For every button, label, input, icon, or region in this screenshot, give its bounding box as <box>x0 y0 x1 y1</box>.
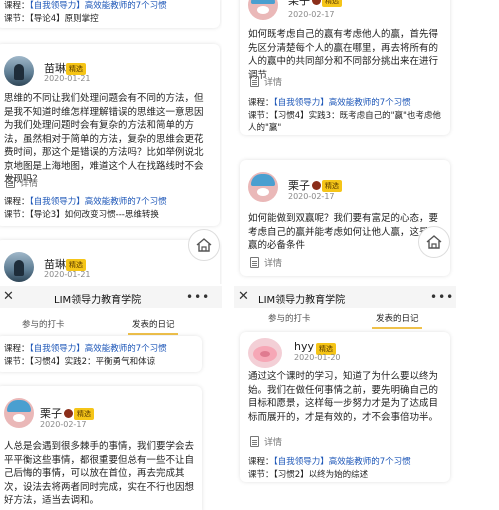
lesson-line: 课节：【导论3】如何改变习惯---思维转换 <box>4 210 159 220</box>
course-line[interactable]: 课程：【自我领导力】高效能教师的7个习惯 <box>4 343 200 355</box>
prev-post-card-footer[interactable]: 课程：【自我领导力】高效能教师的7个习惯 课节：【习惯4】实践2：平衡勇气和体谅 <box>0 336 202 372</box>
post-date: 2020-01-20 <box>294 353 341 362</box>
app-title: LIM领导力教育学院 <box>54 295 142 306</box>
avatar[interactable] <box>248 172 278 202</box>
detail-label: 详情 <box>264 438 283 448</box>
lesson-line: 课节：【习惯4】实践3：既考虑自己的"赢"也考虑他人的"赢" <box>248 111 441 133</box>
tab-diary[interactable]: 发表的日记 <box>376 312 419 324</box>
lesson-line: 课节：【导论4】原则掌控 <box>4 14 99 24</box>
tab-checkins[interactable]: 参与的打卡 <box>268 312 311 324</box>
more-icon[interactable]: ••• <box>430 290 454 304</box>
course-line[interactable]: 课程：【自我领导力】高效能教师的7个习惯 <box>248 97 444 109</box>
app-header: ✕ LIM领导力教育学院 ••• <box>234 286 456 308</box>
detail-link[interactable]: 详情 <box>250 435 282 448</box>
lesson-line: 课节：【习惯4】实践2：平衡勇气和体谅 <box>4 357 156 367</box>
prev-post-card-footer[interactable]: 课程：【自我领导力】高效能教师的7个习惯 课节：【导论4】原则掌控 <box>0 0 220 28</box>
post-text: 如何既考虑自己的赢有考虑他人的赢，首先得先区分清楚每个人的赢在哪里，再去将所有的… <box>248 29 439 81</box>
detail-label: 详情 <box>264 259 283 269</box>
close-icon[interactable]: ✕ <box>3 289 14 304</box>
apple-icon <box>312 0 321 5</box>
apple-icon <box>312 181 321 190</box>
app-header: ✕ LIM领导力教育学院 ••• <box>0 286 222 308</box>
post-text: 人总是会遇到很多棘手的事情，我们要学会去平平衡这些事情，都很重要但总有一些不让自… <box>4 441 195 506</box>
tab-diary[interactable]: 发表的日记 <box>132 318 175 330</box>
post-date: 2020-02-17 <box>288 192 335 201</box>
detail-link[interactable]: 详情 <box>250 75 282 88</box>
document-icon <box>250 436 259 447</box>
lesson-line: 课节：【习惯2】以终为始的综述 <box>248 470 369 480</box>
document-icon <box>6 177 15 188</box>
left-app-panel: ✕ LIM领导力教育学院 ••• 参与的打卡 发表的日记 课程：【自我领导力】高… <box>0 286 222 510</box>
home-button[interactable] <box>418 226 450 258</box>
detail-label: 详情 <box>20 179 39 189</box>
detail-link[interactable]: 详情 <box>6 176 38 189</box>
course-line: 课程：【自我领导力】高效能教师的7个习惯 <box>4 1 167 11</box>
post-date: 2020-01-21 <box>44 74 91 83</box>
right-app-panel: ✕ LIM领导力教育学院 ••• 参与的打卡 发表的日记 hyy 精选 2020… <box>234 286 499 510</box>
document-icon <box>250 76 259 87</box>
featured-badge: 精选 <box>322 0 342 7</box>
avatar[interactable] <box>4 398 34 428</box>
post-card[interactable]: 栗子 精选 2020-02-17 人总是会遇到很多棘手的事情，我们要学会去平平衡… <box>0 386 202 510</box>
post-card[interactable]: 栗子 精选 2020-02-17 如何能做到双赢呢？我们要有富足的心态，要考虑自… <box>240 160 450 276</box>
home-icon <box>426 235 442 249</box>
detail-link[interactable]: 详情 <box>250 256 282 269</box>
home-icon <box>196 238 212 252</box>
avatar[interactable] <box>248 0 278 20</box>
avatar[interactable] <box>4 56 34 86</box>
post-card[interactable]: hyy 精选 2020-01-20 通过这个课时的学习，知道了为什么要以终为始。… <box>240 332 450 482</box>
more-icon[interactable]: ••• <box>186 290 210 304</box>
course-line[interactable]: 课程：【自我领导力】高效能教师的7个习惯 <box>4 196 214 208</box>
app-title: LIM领导力教育学院 <box>258 295 346 306</box>
detail-label: 详情 <box>264 78 283 88</box>
post-card[interactable]: 栗子 精选 2020-02-17 如何既考虑自己的赢有考虑他人的赢，首先得先区分… <box>240 0 450 135</box>
author-name[interactable]: 栗子 <box>288 177 321 193</box>
post-date: 2020-02-17 <box>288 10 335 19</box>
post-card[interactable]: 苗琳 精选 2020-01-21 <box>0 240 220 284</box>
document-icon <box>250 257 259 268</box>
author-name[interactable]: 栗子 <box>40 405 73 421</box>
featured-badge: 精选 <box>322 180 342 192</box>
tab-active-indicator <box>128 333 178 335</box>
post-date: 2020-02-17 <box>40 420 87 429</box>
apple-icon <box>64 409 73 418</box>
course-line[interactable]: 课程：【自我领导力】高效能教师的7个习惯 <box>248 456 444 468</box>
post-text: 通过这个课时的学习，知道了为什么要以终为始。我们在做任何事情之前，要先明确自己的… <box>248 371 439 423</box>
post-text: 思维的不同让我们处理问题会有不同的方法，但是我不知道时维怎样理解错误的思维这一意… <box>4 93 204 185</box>
right-top-panel: 栗子 精选 2020-02-17 如何既考虑自己的赢有考虑他人的赢，首先得先区分… <box>234 0 499 284</box>
tab-active-indicator <box>372 327 422 329</box>
author-name[interactable]: 栗子 <box>288 0 321 8</box>
avatar[interactable] <box>248 338 282 368</box>
post-text: 如何能做到双赢呢？我们要有富足的心态，要考虑自己的赢并能考虑如何让他人赢，这是双… <box>248 213 439 251</box>
author-name[interactable]: hyy <box>294 340 314 353</box>
tab-checkins[interactable]: 参与的打卡 <box>22 318 65 330</box>
home-button[interactable] <box>188 229 220 261</box>
avatar[interactable] <box>4 252 34 282</box>
post-card[interactable]: 苗琳 精选 2020-01-21 思维的不同让我们处理问题会有不同的方法，但是我… <box>0 44 220 226</box>
close-icon[interactable]: ✕ <box>238 289 249 304</box>
featured-badge: 精选 <box>74 408 94 420</box>
post-date: 2020-01-21 <box>44 270 91 279</box>
